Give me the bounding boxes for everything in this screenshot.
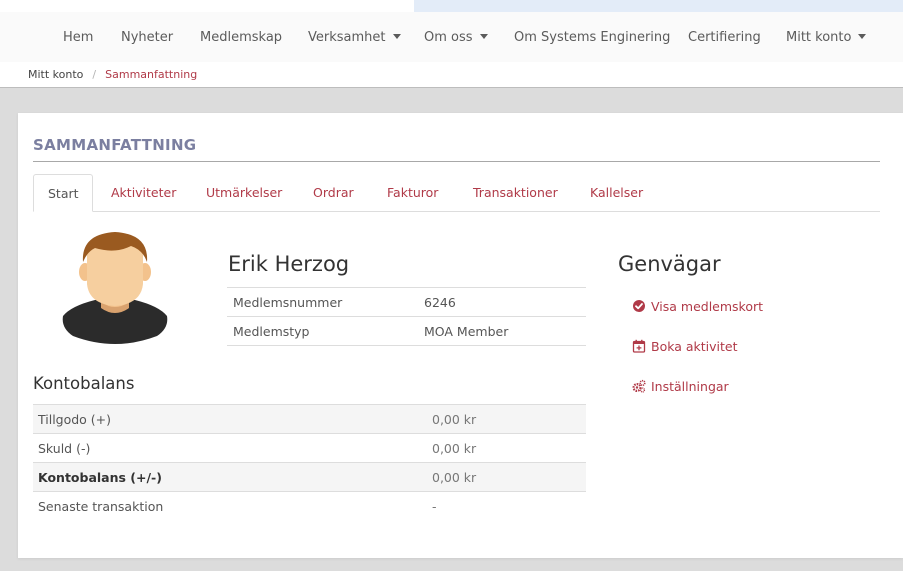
balance-value: 0,00 kr [432, 462, 586, 492]
nav-item-om-oss[interactable]: Om oss [424, 30, 488, 46]
shortcuts-title: Genvägar [618, 252, 721, 276]
tab-ordrar[interactable]: Ordrar [313, 174, 354, 212]
breadcrumb-separator: / [92, 68, 97, 81]
info-value: MOA Member [424, 316, 586, 346]
breadcrumb: Mitt konto / Sammanfattning [28, 68, 197, 82]
balance-title: Kontobalans [33, 374, 135, 393]
table-row: Skuld (-) 0,00 kr [33, 433, 586, 463]
tab-utmarkelser[interactable]: Utmärkelser [206, 174, 282, 212]
info-value: 6246 [424, 287, 586, 317]
tab-label: Fakturor [387, 185, 439, 200]
nav-label: Verksamhet [308, 30, 386, 45]
balance-label: Skuld (-) [33, 433, 432, 463]
table-row: Tillgodo (+) 0,00 kr [33, 404, 586, 434]
balance-label: Kontobalans (+/-) [33, 462, 432, 492]
cogs-icon [632, 379, 646, 393]
balance-value: 0,00 kr [432, 404, 586, 434]
calendar-plus-icon [632, 339, 646, 353]
title-divider [33, 161, 880, 162]
nav-item-om-systems-enginering[interactable]: Om Systems Enginering [514, 30, 670, 46]
nav-label: Om oss [424, 30, 473, 45]
shortcut-label: Boka aktivitet [651, 339, 738, 354]
tab-aktiviteter[interactable]: Aktiviteter [111, 174, 176, 212]
tab-transaktioner[interactable]: Transaktioner [473, 174, 558, 212]
caret-down-icon [479, 34, 488, 39]
avatar [62, 232, 168, 344]
breadcrumb-home-link[interactable]: Mitt konto [28, 68, 83, 81]
tab-start[interactable]: Start [33, 174, 93, 212]
nav-item-mitt-konto[interactable]: Mitt konto [786, 30, 867, 46]
shortcut-label: Visa medlemskort [651, 299, 764, 314]
nav-label: Certifiering [688, 30, 761, 45]
tab-label: Utmärkelser [206, 185, 283, 200]
table-row: Medlemsnummer 6246 [227, 287, 586, 317]
balance-label: Senaste transaktion [33, 491, 432, 521]
nav-label: Medlemskap [200, 30, 283, 45]
member-name: Erik Herzog [228, 252, 350, 276]
table-row: Kontobalans (+/-) 0,00 kr [33, 462, 586, 492]
caret-down-icon [392, 34, 401, 39]
shortcut-installningar[interactable]: Inställningar [632, 379, 729, 395]
tab-label: Kallelser [590, 185, 644, 200]
nav-item-certifiering[interactable]: Certifiering [688, 30, 761, 46]
page-title: SAMMANFATTNING [33, 136, 197, 154]
balance-table: Tillgodo (+) 0,00 kr Skuld (-) 0,00 kr K… [33, 404, 586, 521]
table-row: Senaste transaktion - [33, 491, 586, 521]
nav-label: Mitt konto [786, 30, 852, 45]
summary-card: SAMMANFATTNING Start Aktiviteter Utmärke… [18, 113, 903, 558]
shortcut-visa-medlemskort[interactable]: Visa medlemskort [632, 299, 763, 315]
table-row: Medlemstyp MOA Member [227, 316, 586, 346]
tab-label: Ordrar [313, 185, 354, 200]
main-navbar: Hem Nyheter Medlemskap Verksamhet Om oss… [0, 12, 903, 62]
balance-label: Tillgodo (+) [33, 404, 432, 434]
nav-item-medlemskap[interactable]: Medlemskap [200, 30, 282, 46]
info-label: Medlemsnummer [227, 287, 424, 317]
top-strip [414, 0, 903, 12]
tab-label: Aktiviteter [111, 185, 177, 200]
shortcut-label: Inställningar [651, 379, 729, 394]
tab-label: Start [48, 186, 79, 201]
info-label: Medlemstyp [227, 316, 424, 346]
nav-label: Om Systems Enginering [514, 30, 671, 45]
breadcrumb-current: Sammanfattning [105, 68, 198, 81]
member-info-table: Medlemsnummer 6246 Medlemstyp MOA Member [227, 287, 586, 346]
shortcut-boka-aktivitet[interactable]: Boka aktivitet [632, 339, 738, 355]
balance-value: 0,00 kr [432, 433, 586, 463]
tab-label: Transaktioner [473, 185, 558, 200]
balance-value: - [432, 491, 586, 521]
tab-kallelser[interactable]: Kallelser [590, 174, 643, 212]
nav-item-verksamhet[interactable]: Verksamhet [308, 30, 401, 46]
tab-fakturor[interactable]: Fakturor [387, 174, 438, 212]
nav-label: Nyheter [121, 30, 174, 45]
caret-down-icon [858, 34, 867, 39]
nav-item-nyheter[interactable]: Nyheter [121, 30, 173, 46]
nav-label: Hem [63, 30, 94, 45]
check-circle-icon [633, 300, 645, 312]
nav-item-hem[interactable]: Hem [63, 30, 93, 46]
